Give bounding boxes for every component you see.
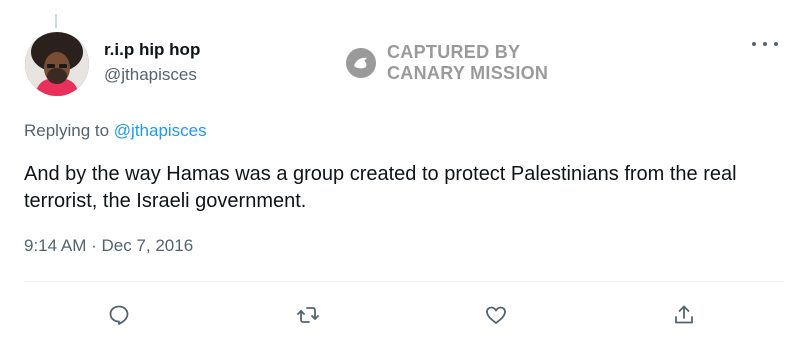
reply-icon (109, 305, 129, 325)
retweet-button[interactable] (291, 298, 325, 332)
canary-mission-watermark: CAPTURED BY CANARY MISSION (345, 42, 548, 84)
thread-connector-line (55, 14, 57, 28)
more-dots-icon (763, 42, 767, 46)
reply-button[interactable] (102, 298, 136, 332)
action-bar (0, 298, 800, 334)
like-button[interactable] (479, 298, 513, 332)
action-divider (24, 281, 784, 282)
more-dots-icon (752, 42, 756, 46)
more-options-button[interactable] (752, 36, 778, 52)
replying-prefix: Replying to (24, 121, 114, 140)
avatar[interactable] (25, 32, 89, 96)
watermark-line-1: CAPTURED BY (387, 42, 521, 62)
canary-bird-icon (346, 48, 376, 78)
tweet-timestamp[interactable]: 9:14 AM · Dec 7, 2016 (24, 236, 193, 256)
author-handle[interactable]: @jthapisces (104, 64, 200, 86)
more-dots-icon (774, 42, 778, 46)
replying-to: Replying to @jthapisces (24, 121, 207, 141)
avatar-image (25, 32, 89, 96)
retweet-icon (297, 307, 319, 323)
author-name[interactable]: r.i.p hip hop (104, 39, 200, 60)
watermark-line-2: CANARY MISSION (387, 63, 549, 83)
replying-handle-link[interactable]: @jthapisces (114, 121, 207, 140)
like-icon (486, 306, 506, 324)
tweet-text: And by the way Hamas was a group created… (24, 163, 737, 212)
share-button[interactable] (667, 298, 701, 332)
author-info: r.i.p hip hop @jthapisces (104, 39, 200, 86)
share-icon (675, 305, 693, 324)
watermark-text: CAPTURED BY CANARY MISSION (387, 42, 548, 84)
